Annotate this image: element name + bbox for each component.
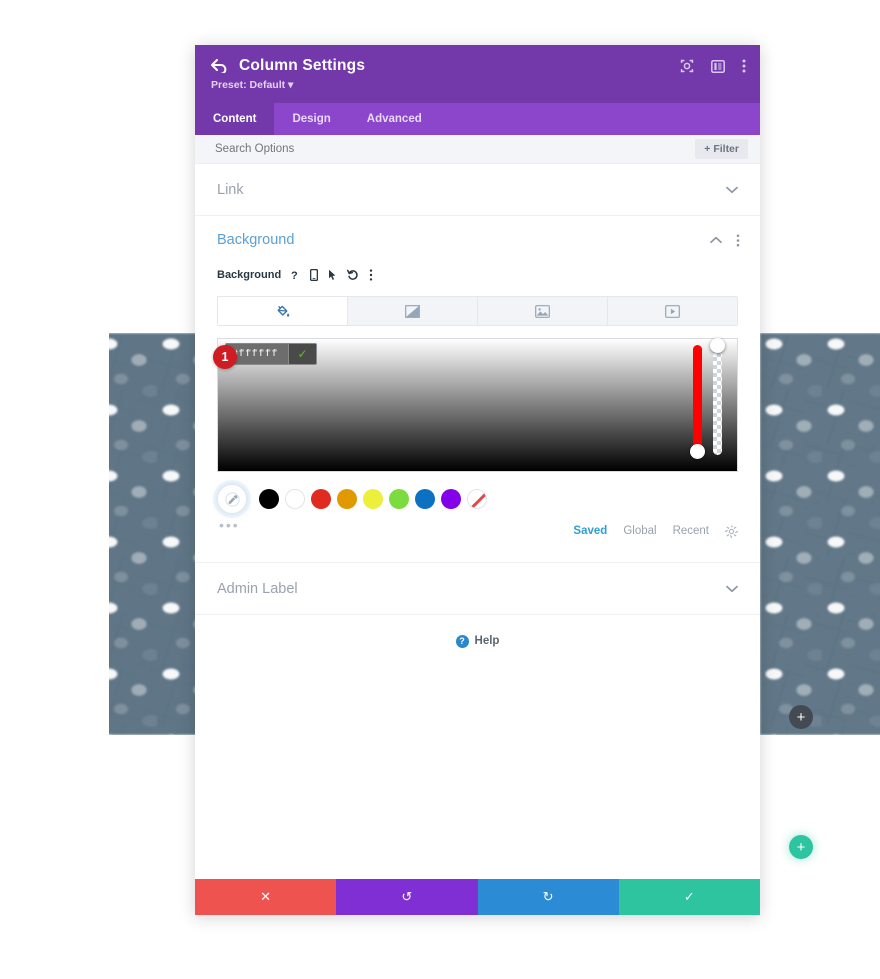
swatch-blue[interactable]	[415, 489, 435, 509]
background-video-tab[interactable]	[608, 297, 737, 325]
color-swatch-row	[217, 482, 738, 516]
color-sliders	[677, 338, 737, 471]
header-actions	[680, 59, 746, 73]
palette-tab-saved[interactable]: Saved	[573, 525, 607, 537]
section-admin-label[interactable]: Admin Label	[195, 563, 760, 615]
section-admin-label-title: Admin Label	[217, 580, 298, 597]
preset-label: Preset: Default	[211, 79, 286, 91]
search-row: + Filter	[195, 135, 760, 164]
swatch-red[interactable]	[311, 489, 331, 509]
hue-slider-track	[692, 345, 702, 455]
layout-columns-icon[interactable]	[711, 59, 725, 73]
hex-confirm-button[interactable]: ✓	[288, 344, 316, 364]
chevron-down-icon	[726, 585, 738, 593]
help-circle-icon: ?	[455, 634, 469, 648]
background-gradient-tab[interactable]	[348, 297, 478, 325]
gear-icon[interactable]	[725, 524, 738, 538]
modal-tab-bar: Content Design Advanced	[195, 103, 760, 135]
background-field-label-row: Background ?	[195, 264, 760, 286]
modal-header: Column Settings Preset: Default ▾	[195, 45, 760, 103]
tab-advanced[interactable]: Advanced	[349, 103, 440, 135]
redo-button[interactable]: ↻	[477, 879, 619, 915]
cancel-button[interactable]: ✕	[195, 879, 337, 915]
swatch-white[interactable]	[285, 489, 305, 509]
preset-caret-icon: ▾	[288, 79, 294, 91]
eyedropper-icon	[224, 491, 240, 507]
responsive-mobile-icon[interactable]	[310, 269, 319, 281]
swatch-yellow[interactable]	[363, 489, 383, 509]
palette-tab-recent[interactable]: Recent	[673, 525, 709, 537]
hover-cursor-icon[interactable]	[328, 269, 337, 281]
add-module-button[interactable]: +	[789, 705, 813, 729]
hue-slider[interactable]	[689, 345, 705, 459]
add-row-button[interactable]: +	[789, 835, 813, 859]
section-background-header[interactable]: Background	[195, 216, 760, 264]
swatch-purple[interactable]	[441, 489, 461, 509]
background-field-label: Background	[217, 269, 282, 281]
section-options-vertical-dots-icon[interactable]	[736, 234, 740, 247]
section-background: Background Background ? 1 #ffffff ✓ ••• …	[195, 216, 760, 563]
tab-content[interactable]: Content	[195, 103, 275, 135]
right-background-image	[760, 333, 880, 735]
video-icon	[665, 304, 680, 318]
palette-tabs: Saved Global Recent	[195, 520, 760, 542]
step-annotation-badge: 1	[213, 345, 237, 369]
column-settings-modal: Column Settings Preset: Default ▾ Conten…	[195, 45, 760, 915]
modal-footer: ✕ ↺ ↻ ✓	[195, 879, 760, 915]
help-button[interactable]: ? Help	[195, 615, 760, 667]
section-background-title: Background	[217, 232, 295, 248]
settings-body: Link Background Background ? 1 #ffffff ✓…	[195, 164, 760, 879]
help-label: Help	[474, 635, 500, 647]
background-image-tab[interactable]	[478, 297, 608, 325]
chevron-down-icon	[726, 186, 738, 194]
palette-tab-global[interactable]: Global	[623, 525, 656, 537]
help-question-icon[interactable]: ?	[291, 269, 300, 281]
reset-undo-icon[interactable]	[347, 269, 359, 281]
save-button[interactable]: ✓	[618, 879, 760, 915]
vertical-dots-icon[interactable]	[742, 59, 746, 73]
color-picker: 1 ✓	[213, 338, 738, 472]
page-title: Column Settings	[239, 57, 366, 74]
hue-slider-handle[interactable]	[689, 444, 705, 459]
alpha-slider[interactable]	[709, 338, 725, 455]
alpha-slider-track	[712, 345, 722, 455]
section-link-title: Link	[217, 181, 244, 198]
image-icon	[535, 304, 550, 318]
alpha-slider-handle[interactable]	[709, 338, 725, 353]
swatch-green[interactable]	[389, 489, 409, 509]
swatch-transparent[interactable]	[467, 489, 487, 509]
gradient-icon	[405, 304, 420, 318]
filter-button[interactable]: + Filter	[695, 139, 748, 159]
tab-design[interactable]: Design	[274, 103, 348, 135]
preset-selector[interactable]: Preset: Default ▾	[211, 79, 744, 91]
background-color-tab[interactable]	[218, 297, 348, 325]
chevron-up-icon[interactable]	[710, 236, 722, 244]
undo-button[interactable]: ↺	[336, 879, 478, 915]
svg-text:?: ?	[291, 270, 298, 281]
field-options-icon[interactable]	[369, 269, 373, 281]
eyedropper-swatch[interactable]	[217, 484, 247, 514]
hex-input-group: 1 ✓	[213, 343, 317, 369]
back-arrow-icon[interactable]	[211, 59, 227, 73]
swatch-orange[interactable]	[337, 489, 357, 509]
left-background-image	[109, 333, 195, 735]
focus-target-icon[interactable]	[680, 59, 694, 73]
search-input[interactable]	[215, 143, 696, 155]
swatch-black[interactable]	[259, 489, 279, 509]
background-type-tabs	[217, 296, 738, 326]
section-link[interactable]: Link	[195, 164, 760, 216]
paint-bucket-icon	[275, 304, 290, 319]
